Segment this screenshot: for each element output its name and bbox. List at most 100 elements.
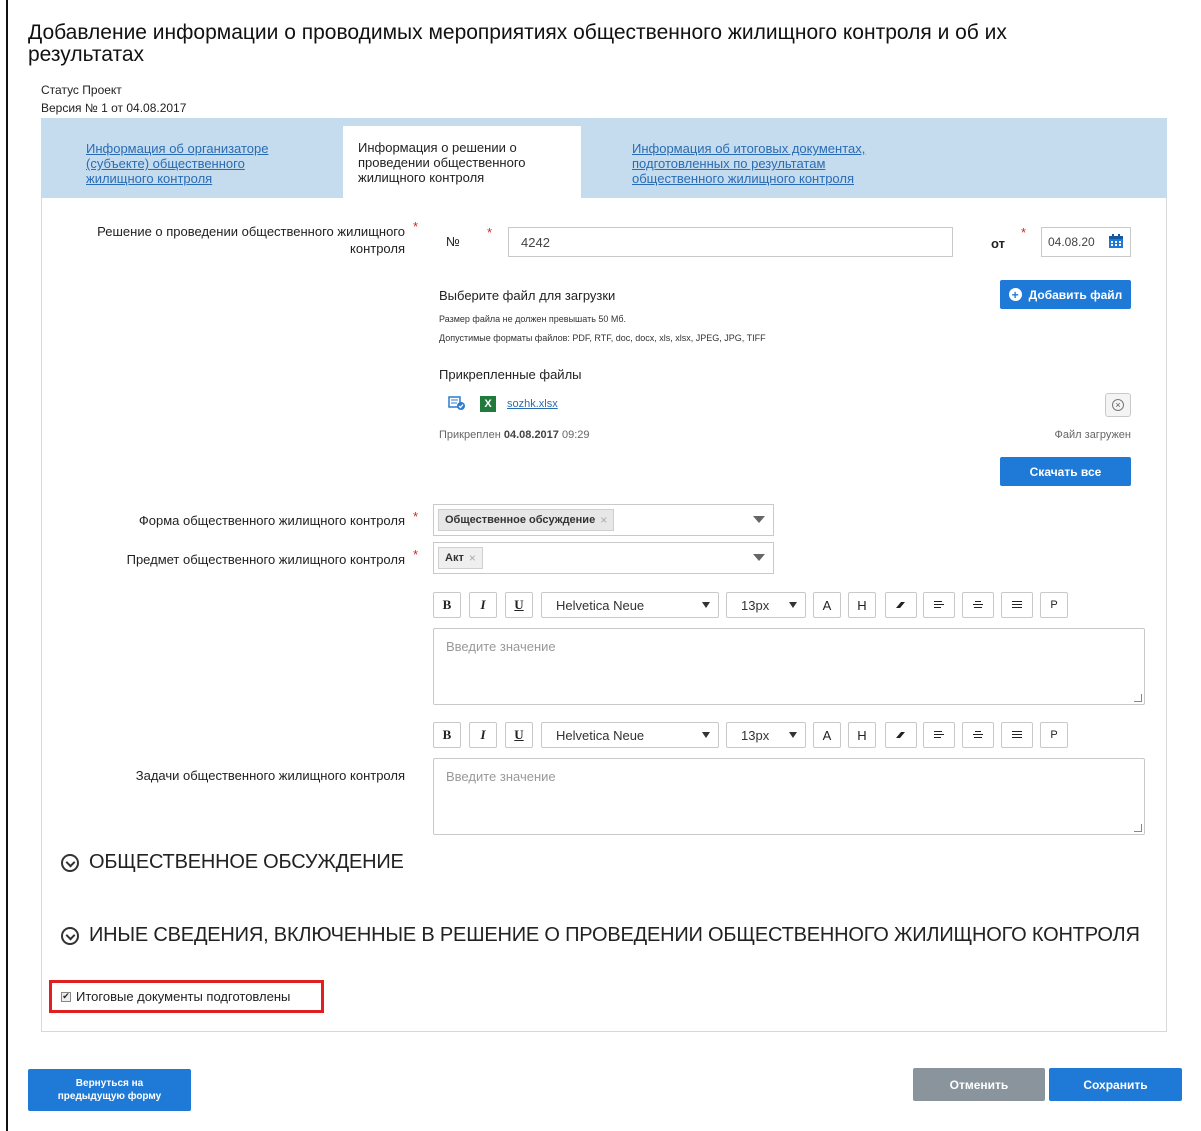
- caret-down-icon: [702, 732, 710, 738]
- sign-icon[interactable]: [448, 396, 466, 417]
- attached-prefix: Прикреплен: [439, 429, 501, 441]
- highlight-button[interactable]: H: [848, 592, 876, 618]
- form-chip-label: Общественное обсуждение: [445, 514, 596, 526]
- tab-decision[interactable]: Информация о решении о проведении общест…: [343, 126, 581, 198]
- font-size-value: 13px: [741, 727, 770, 743]
- required-marker: *: [487, 225, 493, 240]
- align-left-icon[interactable]: [923, 722, 955, 748]
- subject-select[interactable]: Акт ×: [433, 542, 774, 574]
- size-note: Размер файла не должен превышать 50 Мб.: [439, 314, 627, 324]
- chevron-down-icon: [753, 516, 765, 523]
- caret-down-icon: [789, 732, 797, 738]
- final-docs-label: Итоговые документы подготовлены: [76, 989, 291, 1004]
- number-label: №: [446, 234, 460, 249]
- italic-button[interactable]: I: [469, 592, 497, 618]
- final-docs-checkbox[interactable]: ✔: [61, 991, 71, 1002]
- form-chip: Общественное обсуждение ×: [438, 509, 615, 531]
- tab-final-documents[interactable]: Информация об итоговых документах, подго…: [632, 141, 902, 186]
- required-marker: *: [413, 509, 419, 524]
- excel-icon: X: [480, 396, 496, 412]
- section-title: ИНЫЕ СВЕДЕНИЯ, ВКЛЮЧЕННЫЕ В РЕШЕНИЕ О ПР…: [89, 924, 1140, 946]
- paragraph-button[interactable]: P: [1040, 592, 1068, 618]
- underline-button[interactable]: U: [505, 722, 533, 748]
- font-family-value: Helvetica Neue: [556, 727, 645, 743]
- decision-label: Решение о проведении общественного жилищ…: [97, 224, 405, 256]
- underline-button[interactable]: U: [505, 592, 533, 618]
- caret-down-icon: [789, 602, 797, 608]
- section-public-discussion[interactable]: ОБЩЕСТВЕННОЕ ОБСУЖДЕНИЕ: [61, 851, 404, 874]
- decision-number-input[interactable]: 4242: [508, 227, 953, 257]
- paragraph-button[interactable]: P: [1040, 722, 1068, 748]
- tasks-editor[interactable]: Введите значение: [433, 758, 1145, 835]
- font-size-select[interactable]: 13px: [726, 722, 806, 748]
- subject-editor[interactable]: Введите значение: [433, 628, 1145, 705]
- font-color-button[interactable]: A: [813, 592, 841, 618]
- subject-editor-placeholder: Введите значение: [446, 639, 556, 654]
- section-other-info[interactable]: ИНЫЕ СВЕДЕНИЯ, ВКЛЮЧЕННЫЕ В РЕШЕНИЕ О ПР…: [61, 924, 1140, 947]
- align-center-icon[interactable]: [962, 722, 994, 748]
- italic-button[interactable]: I: [469, 722, 497, 748]
- add-file-label: Добавить файл: [1028, 287, 1123, 302]
- font-family-select[interactable]: Helvetica Neue: [541, 722, 719, 748]
- date-from-label: от: [991, 236, 1005, 251]
- subject-chip-label: Акт: [445, 552, 464, 564]
- file-status: Файл загружен: [1054, 429, 1131, 441]
- version-text: Версия № 1 от 04.08.2017: [41, 101, 187, 115]
- subject-label: Предмет общественного жилищного контроля: [126, 552, 405, 567]
- save-button[interactable]: Сохранить: [1049, 1068, 1182, 1101]
- required-marker: *: [1021, 225, 1027, 240]
- resize-handle[interactable]: [1134, 824, 1142, 832]
- tasks-editor-placeholder: Введите значение: [446, 769, 556, 784]
- tab-organizer[interactable]: Информация об организаторе (субъекте) об…: [86, 141, 301, 186]
- required-marker: *: [413, 219, 419, 234]
- subject-chip: Акт ×: [438, 547, 483, 569]
- chevron-down-circle-icon: [61, 926, 79, 945]
- align-justify-icon[interactable]: [1001, 592, 1033, 618]
- required-marker: *: [413, 547, 419, 562]
- download-all-button[interactable]: Скачать все: [1000, 457, 1131, 486]
- font-size-select[interactable]: 13px: [726, 592, 806, 618]
- eraser-icon[interactable]: [885, 592, 917, 618]
- chip-remove-icon[interactable]: ×: [600, 513, 607, 527]
- attached-file-link[interactable]: sozhk.xlsx: [507, 398, 558, 410]
- form-label: Форма общественного жилищного контроля: [138, 513, 405, 528]
- chip-remove-icon[interactable]: ×: [469, 551, 476, 565]
- upload-title: Выберите файл для загрузки: [439, 288, 616, 303]
- attached-time: 09:29: [561, 429, 590, 441]
- font-color-button[interactable]: A: [813, 722, 841, 748]
- calendar-icon[interactable]: [1108, 233, 1124, 252]
- formats-note: Допустимые форматы файлов: PDF, RTF, doc…: [439, 333, 766, 343]
- status-text: Статус Проект: [41, 83, 122, 97]
- attached-info: Прикреплен 04.08.2017 09:29: [439, 429, 590, 441]
- cancel-button[interactable]: Отменить: [913, 1068, 1045, 1101]
- caret-down-icon: [702, 602, 710, 608]
- align-center-icon[interactable]: [962, 592, 994, 618]
- font-family-value: Helvetica Neue: [556, 597, 645, 613]
- highlight-button[interactable]: H: [848, 722, 876, 748]
- final-docs-checkbox-row[interactable]: ✔ Итоговые документы подготовлены: [61, 989, 290, 1004]
- tabs-bar: Информация об организаторе (субъекте) об…: [41, 118, 1167, 198]
- font-size-value: 13px: [741, 597, 770, 613]
- bold-button[interactable]: B: [433, 592, 461, 618]
- font-family-select[interactable]: Helvetica Neue: [541, 592, 719, 618]
- back-button[interactable]: Вернуться на предыдущую форму: [28, 1069, 191, 1111]
- chevron-down-icon: [753, 554, 765, 561]
- section-title: ОБЩЕСТВЕННОЕ ОБСУЖДЕНИЕ: [89, 851, 404, 873]
- eraser-icon[interactable]: [885, 722, 917, 748]
- form-select[interactable]: Общественное обсуждение ×: [433, 504, 774, 536]
- add-file-button[interactable]: + Добавить файл: [1000, 280, 1131, 309]
- bold-button[interactable]: B: [433, 722, 461, 748]
- remove-file-button[interactable]: ×: [1105, 393, 1131, 417]
- align-justify-icon[interactable]: [1001, 722, 1033, 748]
- close-circle-icon: ×: [1112, 399, 1124, 411]
- align-left-icon[interactable]: [923, 592, 955, 618]
- tasks-label: Задачи общественного жилищного контроля: [135, 768, 405, 783]
- plus-circle-icon: +: [1008, 288, 1022, 301]
- chevron-down-circle-icon: [61, 853, 79, 872]
- attached-date: 04.08.2017: [503, 429, 559, 441]
- attached-title: Прикрепленные файлы: [439, 367, 582, 382]
- resize-handle[interactable]: [1134, 694, 1142, 702]
- page-title: Добавление информации о проводимых мероп…: [28, 21, 1007, 66]
- decision-date-input[interactable]: 04.08.20: [1041, 227, 1131, 257]
- date-value: 04.08.20: [1048, 235, 1095, 249]
